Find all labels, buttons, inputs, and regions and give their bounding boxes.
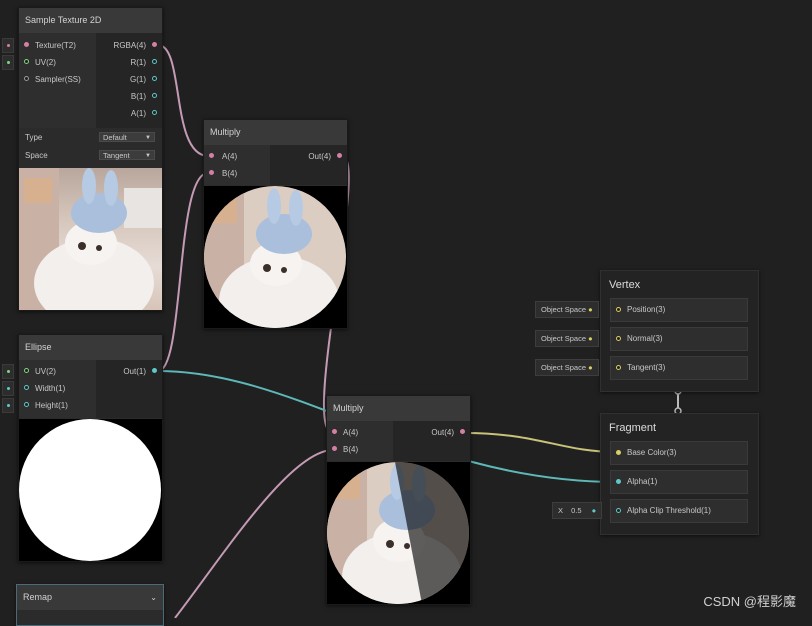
port-dot-icon: [616, 307, 621, 312]
ellipse-height-input-stub[interactable]: [2, 398, 14, 413]
chevron-down-icon: ▼: [145, 135, 151, 141]
port-dot-icon: [152, 76, 157, 81]
port-dot-icon: [24, 42, 29, 47]
ellipse-uv-input-stub[interactable]: [2, 364, 14, 379]
multiply-node-2[interactable]: Multiply A(4) B(4) Out(4): [326, 395, 471, 605]
port-a[interactable]: A(4): [327, 424, 393, 441]
port-dot-icon: [616, 508, 621, 513]
uv-input-stub[interactable]: [2, 55, 14, 70]
fragment-alpha-clip-slot[interactable]: Alpha Clip Threshold(1): [610, 499, 748, 523]
sample-texture-2d-node[interactable]: Sample Texture 2D Texture(T2) UV(2) Samp…: [18, 7, 163, 311]
ellipse-preview: [19, 419, 162, 561]
multiply-node-1[interactable]: Multiply A(4) B(4) Out(4): [203, 119, 348, 329]
port-dot-icon: [209, 170, 214, 175]
fragment-title: Fragment: [609, 422, 657, 434]
wire-remap-to-multiply2-b: [174, 449, 334, 618]
chevron-down-icon[interactable]: ⌄: [150, 585, 157, 610]
node-title: Multiply: [204, 120, 347, 145]
ellipse-node[interactable]: Ellipse UV(2) Width(1) Height(1) Out(1): [18, 334, 163, 562]
node-title: Multiply: [327, 396, 470, 421]
vertex-normal-slot[interactable]: Normal(3): [610, 327, 748, 351]
ellipse-width-input-stub[interactable]: [2, 381, 14, 396]
port-dot-icon: [152, 110, 157, 115]
port-uv[interactable]: UV(2): [19, 54, 96, 71]
port-dot-icon: [152, 368, 157, 373]
texture-input-stub[interactable]: [2, 38, 14, 53]
port-dot-icon: [152, 59, 157, 64]
circle-masked-photo: [204, 186, 346, 328]
space-label: Space: [25, 151, 48, 160]
space-dropdown[interactable]: Tangent ▼: [99, 150, 155, 160]
port-dot-icon: [24, 402, 29, 407]
wire-ellipse-to-multiply1-b: [157, 172, 209, 372]
port-dot-icon: [152, 42, 157, 47]
port-sampler[interactable]: Sampler(SS): [19, 71, 96, 88]
fragment-basecolor-slot[interactable]: Base Color(3): [610, 441, 748, 465]
port-dot-icon: [332, 446, 337, 451]
normal-space-chip[interactable]: Object Space ●: [535, 330, 599, 347]
node-title: Ellipse: [19, 335, 162, 360]
fragment-alpha-slot[interactable]: Alpha(1): [610, 470, 748, 494]
port-b[interactable]: B(1): [96, 88, 162, 105]
port-texture[interactable]: Texture(T2): [19, 37, 96, 54]
port-rgba[interactable]: RGBA(4): [96, 37, 162, 54]
wire-rgba-to-multiply1-a: [157, 44, 209, 157]
port-b[interactable]: B(4): [327, 441, 393, 458]
cat-photo: [19, 168, 162, 310]
multiply-preview: [204, 186, 347, 328]
port-dot-icon: [616, 336, 621, 341]
port-out[interactable]: Out(4): [270, 148, 347, 165]
port-dot-icon: [24, 76, 29, 81]
white-circle: [19, 419, 161, 561]
vertex-tangent-slot[interactable]: Tangent(3): [610, 356, 748, 380]
port-dot-icon: [24, 368, 29, 373]
node-title: Remap: [23, 592, 53, 602]
watermark-text: CSDN @程影魔: [703, 594, 796, 609]
port-out[interactable]: Out(1): [96, 363, 162, 380]
port-uv[interactable]: UV(2): [19, 363, 96, 380]
port-dot-icon: [616, 450, 621, 455]
type-label: Type: [25, 133, 43, 142]
port-dot-icon: [152, 93, 157, 98]
tangent-space-chip[interactable]: Object Space ●: [535, 359, 599, 376]
axis-label: X: [558, 506, 564, 515]
alpha-clip-threshold-input[interactable]: X 0.5 ●: [552, 502, 603, 519]
port-dot-icon: [209, 153, 214, 158]
node-title: Sample Texture 2D: [19, 8, 162, 33]
port-r[interactable]: R(1): [96, 54, 162, 71]
wire-multiply2-to-basecolor: [463, 432, 619, 453]
port-a[interactable]: A(1): [96, 105, 162, 122]
port-dot-icon: [24, 59, 29, 64]
port-dot-icon: [616, 365, 621, 370]
port-width[interactable]: Width(1): [19, 380, 96, 397]
port-out[interactable]: Out(4): [393, 424, 470, 441]
port-dot-icon: [616, 479, 621, 484]
vertex-title: Vertex: [609, 279, 641, 291]
texture-preview-image: [19, 168, 162, 310]
port-dot-icon: [24, 385, 29, 390]
position-space-chip[interactable]: Object Space ●: [535, 301, 599, 318]
port-dot-icon: [332, 429, 337, 434]
half-dark-circle-photo: [327, 462, 469, 604]
port-height[interactable]: Height(1): [19, 397, 96, 414]
port-a[interactable]: A(4): [204, 148, 270, 165]
remap-node[interactable]: Remap ⌄: [16, 584, 164, 626]
chevron-down-icon: ▼: [145, 153, 151, 159]
port-g[interactable]: G(1): [96, 71, 162, 88]
multiply2-preview: [327, 462, 470, 604]
type-dropdown[interactable]: Default ▼: [99, 132, 155, 142]
port-dot-icon: [337, 153, 342, 158]
port-dot-icon: [460, 429, 465, 434]
port-b[interactable]: B(4): [204, 165, 270, 182]
vertex-position-slot[interactable]: Position(3): [610, 298, 748, 322]
threshold-value[interactable]: 0.5: [571, 506, 581, 515]
